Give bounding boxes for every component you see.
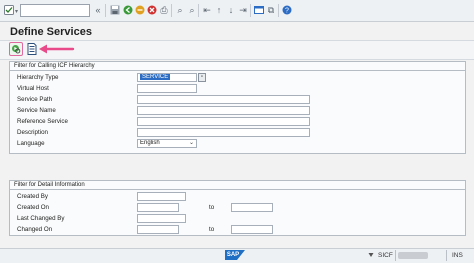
last-changed-by-field[interactable] [137,214,186,223]
service-path-field[interactable] [137,95,310,104]
changed-on-to-field[interactable] [231,225,273,234]
transaction-code: SICF [378,252,393,259]
hierarchy-type-value: SERVICE [140,74,171,80]
created-on-label: Created On [17,204,49,211]
toolbar-separator [105,4,106,17]
toolbar-separator [171,4,172,17]
chevron-down-icon: ⌄ [188,140,194,146]
execute-icon [12,45,21,54]
next-page-icon[interactable]: ↓ [225,4,237,16]
cancel-icon[interactable] [146,4,158,16]
find-icon[interactable]: ⌕ [174,4,186,16]
language-select[interactable]: English ⌄ [137,139,197,148]
toolbar-separator [278,4,279,17]
language-value: English [140,140,160,146]
status-separator [446,250,447,261]
exit-icon[interactable] [134,4,146,16]
created-by-label: Created By [17,193,48,200]
help-icon[interactable]: ? [281,4,293,16]
system-info-redacted [398,252,428,259]
to-label: to [209,226,215,233]
toolbar-separator [250,4,251,17]
description-label: Description [17,129,48,136]
last-page-icon[interactable]: ⇥ [237,4,249,16]
service-name-label: Service Name [17,107,56,114]
back-icon[interactable] [122,4,134,16]
service-name-field[interactable] [137,106,310,115]
save-icon[interactable] [109,4,121,16]
reference-service-field[interactable] [137,117,310,126]
service-path-label: Service Path [17,96,53,103]
execute-button[interactable] [9,42,23,56]
group-title: Filter for Calling ICF Hierarchy [14,63,95,69]
created-on-from-field[interactable] [137,203,179,212]
first-page-icon[interactable]: ⇤ [201,4,213,16]
hierarchy-type-field[interactable]: SERVICE [137,73,197,82]
page-title: Define Services [10,26,92,38]
group-divider [10,189,465,190]
enter-check-icon[interactable] [4,5,14,15]
pointer-arrow-icon [39,44,75,54]
group-title: Filter for Detail Information [14,182,85,188]
virtual-host-field[interactable] [137,84,197,93]
status-separator [395,250,396,261]
description-field[interactable] [137,128,310,137]
command-field[interactable] [20,4,90,17]
hierarchy-type-label: Hierarchy Type [17,74,59,81]
created-by-field[interactable] [137,192,186,201]
value-help-button[interactable]: ▫ [198,73,206,82]
reference-service-label: Reference Service [17,118,68,125]
previous-page-icon[interactable]: ↑ [213,4,225,16]
toolbar-separator [198,4,199,17]
shortcut-icon[interactable]: ⧉ [265,4,277,16]
svg-text:?: ? [285,8,289,15]
history-dropdown-icon[interactable]: « [92,4,104,16]
insert-mode[interactable]: INS [452,252,463,259]
changed-on-from-field[interactable] [137,225,179,234]
menu-dropdown-icon[interactable]: ▾ [15,8,18,15]
print-icon[interactable]: ⎙ [158,4,170,16]
group-divider [10,70,465,71]
new-session-icon[interactable] [253,4,265,16]
status-triangle-icon[interactable] [368,252,374,258]
language-label: Language [17,140,45,147]
virtual-host-label: Virtual Host [17,85,49,92]
to-label: to [209,204,215,211]
changed-on-label: Changed On [17,226,53,233]
last-changed-by-label: Last Changed By [17,215,65,222]
find-next-icon[interactable]: ⌕ [186,4,198,16]
created-on-to-field[interactable] [231,203,273,212]
